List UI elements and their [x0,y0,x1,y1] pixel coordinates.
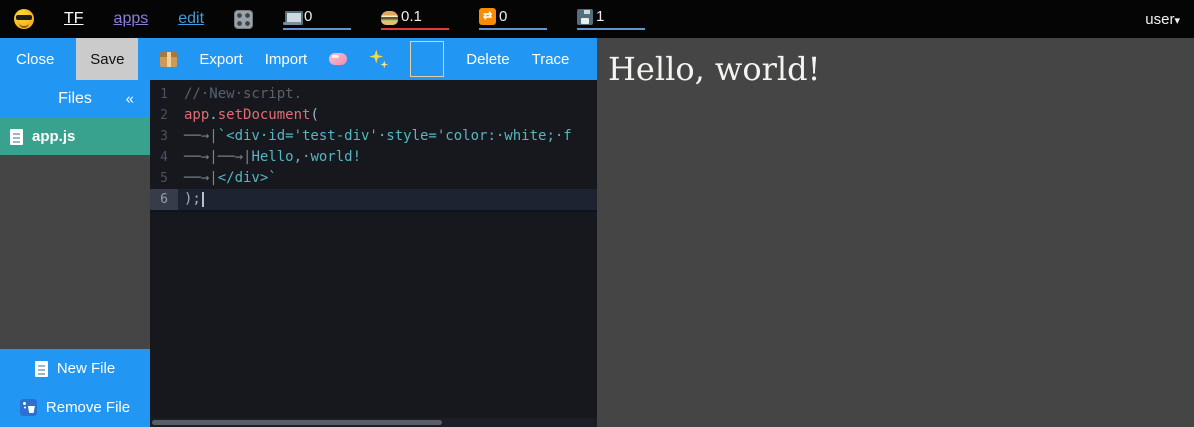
new-file-label: New File [57,360,115,377]
code-line[interactable]: 3──→|`<div·id='test-div'·style='color:·w… [150,126,597,147]
package-icon-button[interactable] [160,52,177,67]
line-number: 6 [150,189,178,210]
empty-button[interactable] [410,41,444,77]
floppy-stat-field[interactable]: 1 [577,9,645,30]
apps-link[interactable]: apps [114,10,149,28]
horizontal-scrollbar[interactable] [150,418,597,427]
chevron-down-icon: ▾ [1174,15,1180,27]
repeat-stat-field[interactable]: ⇄ 0 [479,8,547,30]
line-number: 2 [150,105,178,126]
hamburger-icon [381,11,398,25]
code-text: app.setDocument( [178,105,319,126]
litter-bin-icon [20,399,37,416]
floppy-stat-value: 1 [596,9,604,25]
brand-link[interactable]: TF [64,10,84,28]
repeat-stat-value: 0 [499,9,507,25]
hamburger-stat-field[interactable]: 0.1 [381,9,449,30]
import-button[interactable]: Import [265,51,308,68]
remove-file-button[interactable]: Remove File [0,388,150,427]
user-menu-label: user [1145,11,1174,28]
line-number: 4 [150,147,178,168]
control-knobs-icon[interactable] [234,10,253,29]
line-number: 1 [150,84,178,105]
remove-file-label: Remove File [46,399,130,416]
code-line[interactable]: 5──→|</div>` [150,168,597,189]
close-button[interactable]: Close [16,51,54,68]
content: Close Save Export Import Delete Trace Fi… [0,38,1194,427]
code-line[interactable]: 4──→|──→|Hello,·world! [150,147,597,168]
code-line[interactable]: 6); [150,189,597,210]
code-text: ); [178,189,204,210]
preview-text: Hello, world! [597,38,1194,88]
repeat-arrows-icon: ⇄ [479,8,496,25]
files-header: Files « [0,80,150,118]
tab-indicator: ──→| [218,149,252,165]
tab-indicator: ──→| [184,170,218,186]
sidebar-filler [0,155,150,349]
tab-indicator: ──→| [184,128,218,144]
line-number: 5 [150,168,178,189]
text-cursor [202,192,204,207]
code-text: ──→|</div>` [178,168,277,189]
laptop-stat-value: 0 [304,9,312,25]
code-line[interactable]: 2app.setDocument( [150,105,597,126]
sparkles-icon-button[interactable] [369,50,388,69]
code-text: ──→|──→|Hello,·world! [178,147,361,168]
code-line[interactable]: 1//·New·script. [150,84,597,105]
files-header-label: Files [58,90,92,108]
line-number: 3 [150,126,178,147]
hamburger-stat-value: 0.1 [401,9,422,25]
smiley-sunglasses-icon[interactable] [14,9,34,29]
new-file-button[interactable]: New File [0,349,150,388]
tab-indicator: ──→| [184,149,218,165]
editor-pane: Close Save Export Import Delete Trace Fi… [0,38,597,427]
file-item-appjs[interactable]: app.js [0,118,150,155]
trace-button[interactable]: Trace [532,51,570,68]
user-menu[interactable]: user▾ [1145,11,1180,28]
code-editor[interactable]: 1//·New·script.2app.setDocument(3──→|`<d… [150,80,597,427]
delete-button[interactable]: Delete [466,51,509,68]
laptop-icon [283,11,301,25]
code-text: ──→|`<div·id='test-div'·style='color:·wh… [178,126,572,147]
code-text: //·New·script. [178,84,302,105]
file-name: app.js [32,128,75,145]
top-bar: TF apps edit 0 0.1 ⇄ 0 1 user▾ [0,0,1194,38]
file-icon [10,129,23,145]
soap-icon-button[interactable] [329,53,347,65]
new-file-icon [35,361,48,377]
horizontal-scrollbar-thumb[interactable] [152,420,442,425]
save-button[interactable]: Save [76,38,138,80]
files-sidebar: Files « app.js New File Remove File [0,80,150,427]
collapse-sidebar-icon[interactable]: « [126,91,134,108]
export-button[interactable]: Export [199,51,242,68]
floppy-disk-icon [577,9,593,25]
code-rows: 1//·New·script.2app.setDocument(3──→|`<d… [150,80,597,210]
toolbar: Close Save Export Import Delete Trace [0,38,597,80]
workspace: Files « app.js New File Remove File [0,80,597,427]
edit-link[interactable]: edit [178,10,204,28]
laptop-stat-field[interactable]: 0 [283,9,351,30]
preview-panel: Hello, world! [597,38,1194,427]
